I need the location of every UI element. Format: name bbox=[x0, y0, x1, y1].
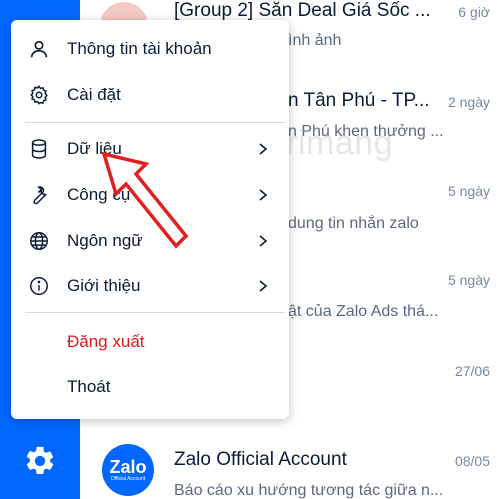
menu-item-language[interactable]: Ngôn ngữ bbox=[11, 220, 289, 262]
menu-item-logout[interactable]: Đăng xuất bbox=[11, 321, 289, 363]
gear-icon bbox=[27, 83, 51, 107]
conversation-time: 27/06 bbox=[454, 363, 490, 379]
menu-item-label: Công cụ bbox=[67, 185, 131, 204]
menu-item-label: Ngôn ngữ bbox=[67, 231, 143, 250]
menu-divider bbox=[25, 122, 285, 123]
menu-item-about[interactable]: Giới thiệu bbox=[11, 265, 289, 307]
chevron-right-icon bbox=[259, 280, 268, 292]
chevron-right-icon bbox=[259, 143, 268, 155]
menu-item-label: Dữ liệu bbox=[67, 139, 122, 158]
menu-item-account-info[interactable]: Thông tin tài khoản bbox=[11, 28, 289, 70]
database-icon bbox=[27, 137, 51, 161]
menu-item-settings[interactable]: Cài đặt bbox=[11, 74, 289, 116]
menu-item-label: Cài đặt bbox=[67, 85, 121, 104]
conversation-time: 08/05 bbox=[454, 453, 490, 469]
conversation-time: 6 giờ bbox=[458, 4, 490, 20]
exit-label: Thoát bbox=[67, 377, 111, 396]
wrench-icon bbox=[27, 183, 51, 207]
info-icon bbox=[27, 274, 51, 298]
user-icon bbox=[27, 37, 51, 61]
chevron-right-icon bbox=[259, 235, 268, 247]
conversation-preview: Báo cáo xu hướng tương tác giữa n... bbox=[174, 482, 444, 499]
conversation-preview: n Phú khen thưởng ... bbox=[288, 123, 444, 140]
zalo-official-avatar: Zalo Official Account bbox=[102, 444, 154, 496]
menu-item-label: Giới thiệu bbox=[67, 276, 141, 295]
settings-menu: Thông tin tài khoản Cài đặt Dữ liệu Công… bbox=[11, 20, 289, 419]
menu-item-data[interactable]: Dữ liệu bbox=[11, 128, 289, 170]
logout-label: Đăng xuất bbox=[67, 332, 145, 351]
conversation-preview: dung tin nhắn zalo bbox=[288, 215, 419, 232]
menu-item-exit[interactable]: Thoát bbox=[11, 366, 289, 408]
chevron-right-icon bbox=[259, 189, 268, 201]
zalo-logo-subtext: Official Account bbox=[110, 475, 146, 482]
conversation-preview: ật của Zalo Ads thá... bbox=[288, 303, 439, 320]
menu-item-tools[interactable]: Công cụ bbox=[11, 174, 289, 216]
menu-item-label: Thông tin tài khoản bbox=[67, 39, 212, 58]
settings-gear-icon[interactable] bbox=[20, 441, 60, 481]
zalo-logo-text: Zalo bbox=[109, 456, 147, 477]
menu-divider bbox=[25, 312, 285, 313]
conversation-time: 5 ngày bbox=[447, 183, 490, 199]
conversation-preview: ình ảnh bbox=[288, 32, 342, 49]
conversation-title: Zalo Official Account bbox=[174, 449, 347, 470]
conversation-title: [Group 2] Săn Deal Giá Sốc ... bbox=[174, 0, 431, 21]
conversation-time: 5 ngày bbox=[447, 272, 490, 288]
conversation-title: n Tân Phú - TP... bbox=[288, 90, 430, 111]
globe-icon bbox=[27, 229, 51, 253]
conversation-time: 2 ngày bbox=[447, 94, 490, 110]
